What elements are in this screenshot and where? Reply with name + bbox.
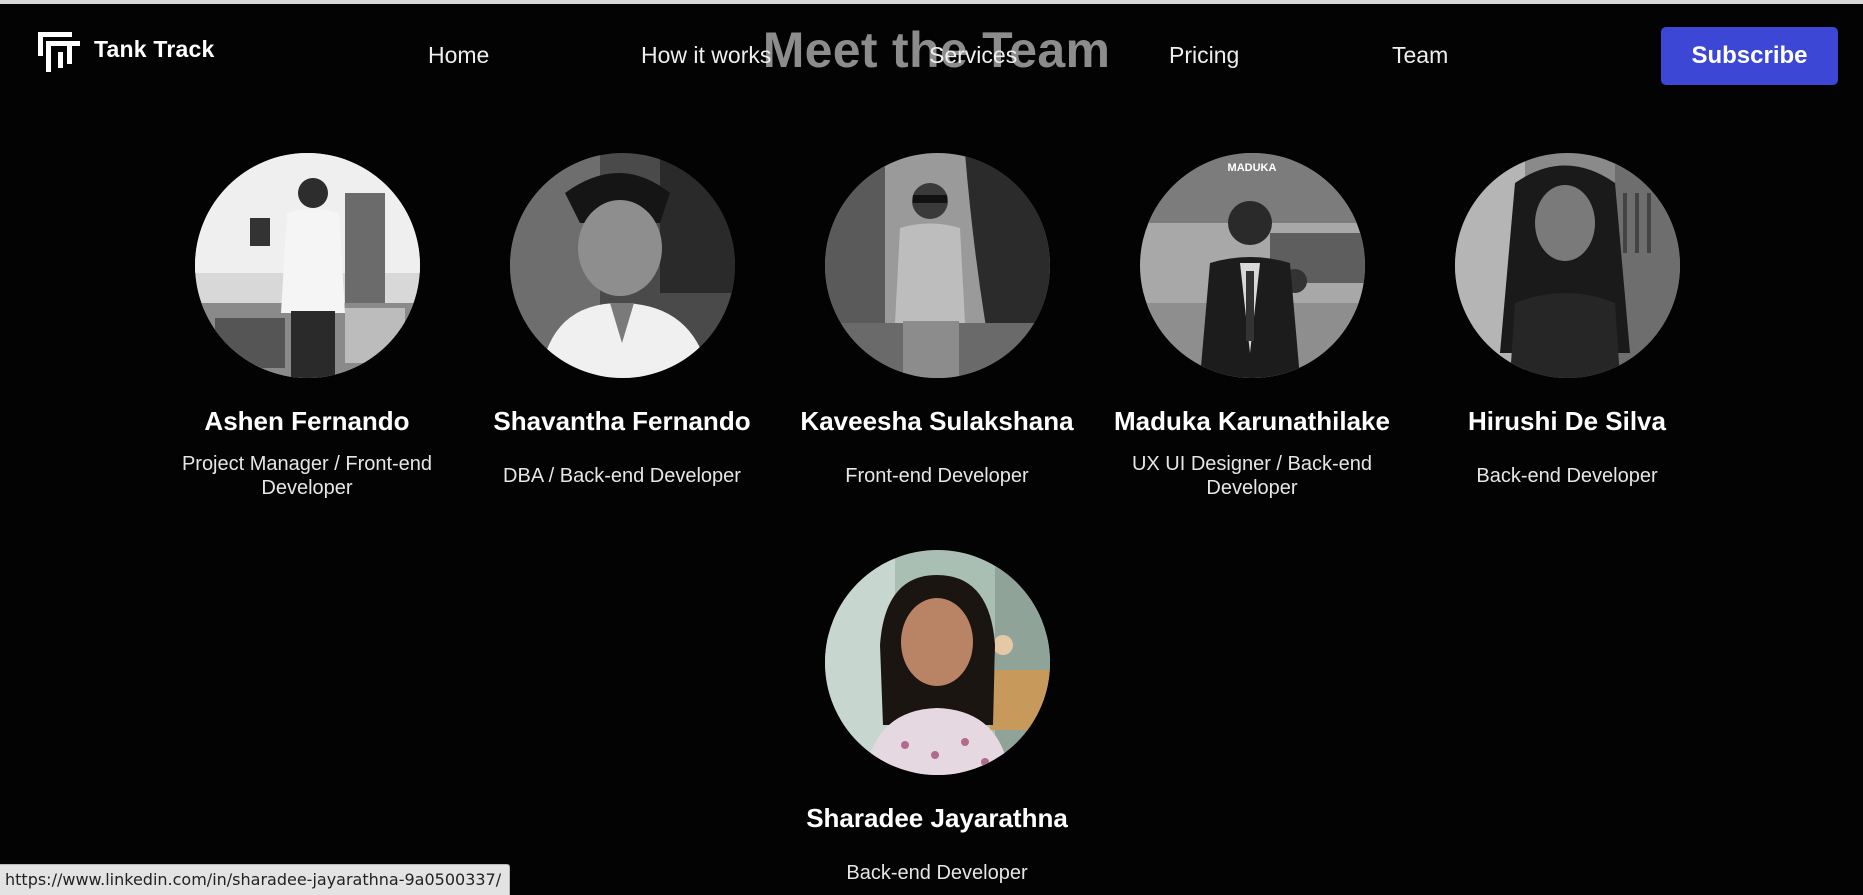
member-role: Front-end Developer: [845, 465, 1029, 487]
member-role: DBA / Back-end Developer: [503, 465, 741, 487]
member-photo: [824, 153, 1050, 378]
nav-how-it-works[interactable]: How it works: [641, 42, 771, 69]
member-avatar[interactable]: [194, 153, 420, 378]
team-member-card: Hirushi De Silva Back-end Developer: [1422, 153, 1712, 488]
member-name: Sharadee Jayarathna: [806, 803, 1068, 833]
svg-text:MADUKA: MADUKA: [1227, 162, 1276, 174]
team-member-card: MADUKA Maduka Karunathilake UX UI Design…: [1107, 153, 1397, 500]
nav-pricing[interactable]: Pricing: [1169, 42, 1239, 69]
status-bar-url: https://www.linkedin.com/in/sharadee-jay…: [0, 864, 511, 895]
member-avatar[interactable]: [824, 550, 1050, 775]
member-photo: [509, 153, 735, 378]
member-avatar[interactable]: [509, 153, 735, 378]
nav-services[interactable]: Services: [929, 42, 1017, 69]
member-name: Hirushi De Silva: [1468, 406, 1666, 436]
member-name: Maduka Karunathilake: [1114, 406, 1390, 436]
nav-home[interactable]: Home: [428, 42, 489, 69]
team-member-card: Sharadee Jayarathna Back-end Developer: [792, 550, 1082, 885]
member-photo: [824, 550, 1050, 775]
member-photo: [1454, 153, 1680, 378]
member-role: UX UI Designer / Back-end Developer: [1131, 453, 1373, 499]
subscribe-button[interactable]: Subscribe: [1661, 27, 1838, 85]
team-member-card: Ashen Fernando Project Manager / Front-e…: [162, 153, 452, 500]
member-role: Back-end Developer: [846, 862, 1028, 884]
team-member-card: Kaveesha Sulakshana Front-end Developer: [792, 153, 1082, 488]
window-top-border: [0, 0, 1863, 4]
nav-team[interactable]: Team: [1392, 42, 1448, 69]
member-name: Kaveesha Sulakshana: [800, 406, 1074, 436]
member-avatar[interactable]: MADUKA: [1139, 153, 1365, 378]
member-role: Project Manager / Front-end Developer: [181, 453, 433, 499]
member-name: Ashen Fernando: [204, 406, 410, 436]
member-avatar[interactable]: [1454, 153, 1680, 378]
team-member-card: Shavantha Fernando DBA / Back-end Develo…: [477, 153, 767, 488]
member-name: Shavantha Fernando: [493, 406, 751, 436]
member-role: Back-end Developer: [1476, 465, 1658, 487]
member-photo: [194, 153, 420, 378]
member-photo: MADUKA: [1139, 153, 1365, 378]
member-avatar[interactable]: [824, 153, 1050, 378]
